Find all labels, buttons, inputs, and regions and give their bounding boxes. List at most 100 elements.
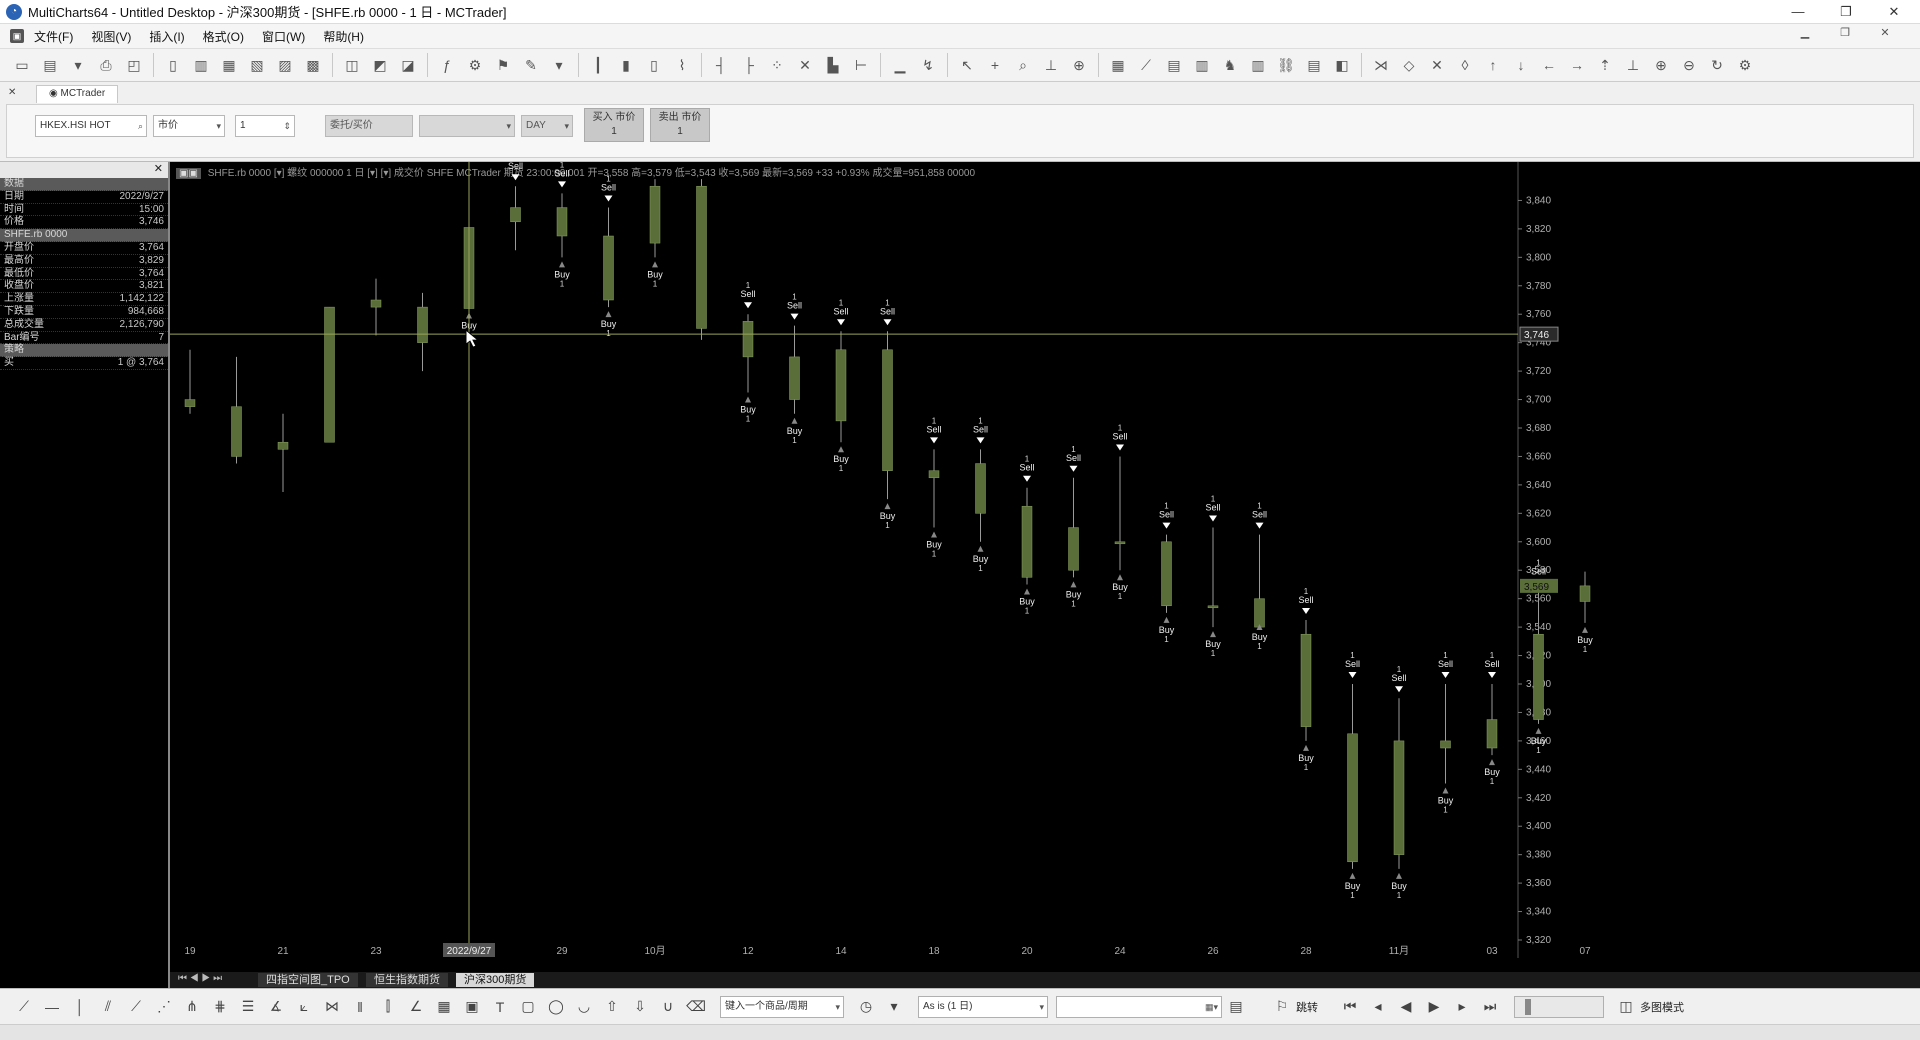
table-icon[interactable]: ▤ <box>1302 53 1326 77</box>
refresh-icon[interactable]: ↻ <box>1705 53 1729 77</box>
renko-icon[interactable]: ▙ <box>821 53 845 77</box>
chart-canvas[interactable]: 3,8403,8203,8003,7803,7603,7403,7203,700… <box>170 162 1920 974</box>
new-chart-icon[interactable]: ▭ <box>10 53 34 77</box>
trader-close-icon[interactable]: ✕ <box>8 87 16 98</box>
calendar-icon[interactable]: ▦▾ <box>1205 997 1218 1017</box>
portfolio-icon[interactable]: ▥ <box>189 53 213 77</box>
arrow-up-icon[interactable]: ↑ <box>1481 53 1505 77</box>
price-select[interactable]: ▾ <box>419 115 515 137</box>
collapse-icon[interactable]: ⋊ <box>1369 53 1393 77</box>
data-window-close-icon[interactable]: ✕ <box>154 162 163 175</box>
mdi-restore-icon[interactable]: ❐ <box>1830 26 1860 39</box>
arrow-left-icon[interactable]: ← <box>1537 53 1561 77</box>
dropdown-icon[interactable]: ▾ <box>66 53 90 77</box>
hollow-candle-icon[interactable]: ▯ <box>642 53 666 77</box>
gann-icon[interactable]: ⋕ <box>208 995 232 1019</box>
new-scanner-icon[interactable]: ▤ <box>38 53 62 77</box>
maximize-button[interactable]: ❐ <box>1824 0 1868 24</box>
menu-format[interactable]: 格式(O) <box>203 28 244 45</box>
zoom-slider-thumb[interactable] <box>1525 998 1531 1015</box>
search-icon[interactable]: ⌕ <box>138 116 143 136</box>
resolution-select[interactable]: As is (1 日) ▾ <box>918 995 1048 1018</box>
tif-select[interactable]: DAY ▾ <box>521 115 573 137</box>
channel-icon[interactable]: ⫽ <box>96 995 120 1019</box>
vertical-line-icon[interactable]: │ <box>68 995 92 1019</box>
columns-icon[interactable]: ▥ <box>1246 53 1270 77</box>
text-tool-icon[interactable]: T <box>488 995 512 1019</box>
clock-icon[interactable]: ◷ <box>854 995 878 1019</box>
mdi-minimize-icon[interactable]: ▁ <box>1790 26 1820 39</box>
tick-icon[interactable]: ↯ <box>916 53 940 77</box>
jump-label[interactable]: 跳转 <box>1296 999 1318 1015</box>
quantity-stepper[interactable]: 1 ⇕ <box>235 115 295 137</box>
eraser-icon[interactable]: ⌫ <box>684 995 708 1019</box>
print-icon[interactable]: ⎙ <box>94 53 118 77</box>
indicator-icon[interactable]: ƒ <box>435 53 459 77</box>
diamond-icon[interactable]: ◊ <box>1453 53 1477 77</box>
cycle-icon[interactable]: ⫿ <box>376 995 400 1019</box>
order-type-select[interactable]: 市价 ▾ <box>153 115 225 137</box>
limit-price-field[interactable]: 委托/买价 <box>325 115 413 137</box>
line-chart-icon[interactable]: ⌇ <box>670 53 694 77</box>
step-back-icon[interactable]: ◂ <box>1366 995 1390 1019</box>
crosshair-icon[interactable]: + <box>983 53 1007 77</box>
multi-chart-icon[interactable]: ◫ <box>1614 995 1638 1019</box>
sheet-tab-hsi[interactable]: 恒生指数期货 <box>366 973 448 987</box>
zoom-slider[interactable] <box>1514 995 1604 1018</box>
pointer-icon[interactable]: ↖ <box>955 53 979 77</box>
kagi-icon[interactable]: ⊢ <box>849 53 873 77</box>
trader-tab[interactable]: ◉ MCTrader <box>36 85 119 103</box>
stepper-icon[interactable]: ⇕ <box>283 116 291 136</box>
strategy-icon[interactable]: ⚙ <box>463 53 487 77</box>
multi-chart-label[interactable]: 多图模式 <box>1640 999 1684 1015</box>
zoom-out-icon[interactable]: ⊖ <box>1677 53 1701 77</box>
close-window-button[interactable]: ✕ <box>1872 0 1916 24</box>
bar-chart-icon[interactable]: ┃ <box>586 53 610 77</box>
zoom-icon[interactable]: ⊕ <box>1067 53 1091 77</box>
chart-settings-icon[interactable]: ▤ <box>1162 53 1186 77</box>
chevron-down-icon[interactable]: ▾ <box>882 995 906 1019</box>
grid-tool-icon[interactable]: ▦ <box>432 995 456 1019</box>
anchor-icon[interactable]: ⊥ <box>1621 53 1645 77</box>
up-icon[interactable]: ⇡ <box>1593 53 1617 77</box>
menu-window[interactable]: 窗口(W) <box>262 28 305 45</box>
sell-market-button[interactable]: 卖出 市价 1 <box>650 108 710 142</box>
ray-icon[interactable]: ⟋ <box>124 995 148 1019</box>
go-last-icon[interactable]: ⏭ <box>1478 995 1502 1019</box>
settings-icon[interactable]: ⚙ <box>1733 53 1757 77</box>
menu-view[interactable]: 视图(V) <box>91 28 131 45</box>
open-icon[interactable]: ◰ <box>122 53 146 77</box>
sheet-tab-csi300[interactable]: 沪深300期货 <box>456 973 535 987</box>
arrow-right-icon[interactable]: → <box>1565 53 1589 77</box>
expand-icon[interactable]: ◇ <box>1397 53 1421 77</box>
jump-icon[interactable]: ⚐ <box>1270 995 1294 1019</box>
pitchfork-icon[interactable]: ⋔ <box>180 995 204 1019</box>
angle-icon[interactable]: ∠ <box>404 995 428 1019</box>
arrow-up-tool-icon[interactable]: ⇧ <box>600 995 624 1019</box>
horizontal-line-icon[interactable]: — <box>40 995 64 1019</box>
order-icon[interactable]: ▧ <box>245 53 269 77</box>
cross-icon[interactable]: ✕ <box>1425 53 1449 77</box>
dropdown-icon[interactable]: ▾ <box>547 53 571 77</box>
volume-icon[interactable]: ▁ <box>888 53 912 77</box>
go-first-icon[interactable]: ⏮ <box>1338 995 1362 1019</box>
fib-arc-icon[interactable]: ⟀ <box>292 995 316 1019</box>
dom-icon[interactable]: ▦ <box>217 53 241 77</box>
mdi-close-icon[interactable]: ✕ <box>1870 26 1900 39</box>
calc-icon[interactable]: ▣ <box>460 995 484 1019</box>
trendline-tool-icon[interactable]: ⟋ <box>12 995 36 1019</box>
ellipse-tool-icon[interactable]: ◯ <box>544 995 568 1019</box>
symbol-field[interactable]: HKEX.HSI HOT ⌕ <box>35 115 147 137</box>
zoom-in-icon[interactable]: ⊕ <box>1649 53 1673 77</box>
play-icon[interactable]: ▶ <box>1422 995 1446 1019</box>
menu-insert[interactable]: 插入(I) <box>149 28 184 45</box>
dot-chart-icon[interactable]: ⁘ <box>765 53 789 77</box>
arc-tool-icon[interactable]: ◡ <box>572 995 596 1019</box>
time-zones-icon[interactable]: ‖ <box>348 995 372 1019</box>
format-icon[interactable]: ✎ <box>519 53 543 77</box>
image-icon[interactable]: ◩ <box>368 53 392 77</box>
tab-nav-arrows-icon[interactable]: ⏮ ◀ ▶ ⏭ <box>178 973 222 984</box>
arrange-icon[interactable]: ◧ <box>1330 53 1354 77</box>
report-icon[interactable]: ▨ <box>273 53 297 77</box>
fibonacci-icon[interactable]: ☰ <box>236 995 260 1019</box>
